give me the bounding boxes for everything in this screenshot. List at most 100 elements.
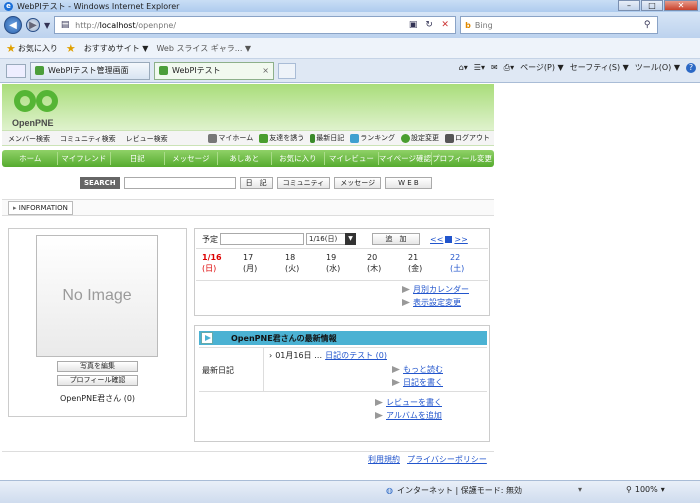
nav-myreview[interactable]: マイレビュー <box>325 152 379 165</box>
minimize-button[interactable]: – <box>618 0 640 11</box>
display-settings-link[interactable]: 表示設定変更 <box>402 297 461 308</box>
calendar-today-icon[interactable] <box>445 235 453 243</box>
nav-message[interactable]: メッセージ <box>165 152 219 165</box>
write-diary-link[interactable]: 日記を書く <box>392 377 443 388</box>
tab-admin[interactable]: WebPIテスト管理画面 <box>30 61 150 80</box>
search-web-button[interactable]: W E B <box>385 177 432 189</box>
gear-icon <box>401 133 410 143</box>
add-favorite-icon[interactable]: ★ <box>66 42 76 55</box>
week-days: 1/16 (日) 17 (月) 18 (火) 19 (水) 20 (木) 21 (金) 22… <box>196 248 488 281</box>
history-dropdown-icon[interactable]: ▼ <box>44 21 50 30</box>
tab-webpi-test[interactable]: WebPIテスト × <box>154 61 274 80</box>
header-arrow-icon <box>201 332 213 344</box>
privacy-link[interactable]: プライバシーポリシー <box>407 454 487 465</box>
day-thursday: 20 (木) <box>367 253 382 273</box>
day-wednesday: 19 (水) <box>326 253 341 273</box>
suggested-sites-link[interactable]: おすすめサイト ▼ <box>84 43 149 54</box>
zone-dropdown-icon[interactable]: ▾ <box>578 485 582 494</box>
mail-icon[interactable]: ✉ <box>491 63 498 72</box>
logout-link[interactable]: ログアウト <box>445 133 490 143</box>
profile-check-button[interactable]: プロフィール確認 <box>57 375 138 386</box>
logo-circle-p <box>36 90 58 112</box>
arrow-icon <box>402 299 410 306</box>
schedule-form: 予定 1/16(日) 追 加 << >> <box>202 233 468 245</box>
review-search-link[interactable]: レビュー検索 <box>126 134 168 144</box>
webslice-gallery-link[interactable]: Web スライス ギャラ... ▼ <box>156 43 251 54</box>
add-album-link[interactable]: アルバムを追加 <box>375 410 442 421</box>
close-window-button[interactable]: ✕ <box>664 0 698 11</box>
calendar-nav: << >> <box>430 235 468 244</box>
diary-entry-link[interactable]: 日記のテスト (0) <box>325 350 387 361</box>
nav-myfriend[interactable]: マイフレンド <box>58 152 112 165</box>
page-icon: ▤ <box>60 20 70 30</box>
search-icon[interactable]: ⚲ <box>641 19 653 31</box>
nav-home[interactable]: ホーム <box>4 152 58 165</box>
settings-link[interactable]: 設定変更 <box>401 133 439 143</box>
close-tab-icon[interactable]: × <box>262 66 269 75</box>
window-title: WebPIテスト - Windows Internet Explorer <box>17 1 180 11</box>
user-links: マイホーム 友達を誘う 最新日記 ランキング 設定変更 ログアウト <box>208 133 490 143</box>
terms-link[interactable]: 利用規約 <box>368 454 400 465</box>
myhome-link[interactable]: マイホーム <box>208 133 253 143</box>
tools-menu[interactable]: ツール(O) ▼ <box>635 62 680 73</box>
bing-icon: b <box>465 20 471 30</box>
back-button[interactable]: ◀ <box>4 16 22 34</box>
read-more-link[interactable]: もっと読む <box>392 364 443 375</box>
search-box[interactable]: b Bing ⚲ <box>460 16 659 34</box>
globe-icon: ◍ <box>386 486 393 495</box>
refresh-icon[interactable]: ↻ <box>423 19 435 31</box>
search-message-button[interactable]: メッセージ <box>334 177 382 189</box>
search-placeholder[interactable]: Bing <box>475 21 493 30</box>
invite-link[interactable]: 友達を誘う <box>259 133 304 143</box>
latest-diary-link[interactable]: 最新日記 <box>310 133 344 143</box>
search-community-button[interactable]: コミュニティ <box>276 177 331 189</box>
page-menu[interactable]: ページ(P) ▼ <box>520 62 564 73</box>
command-bar: ⌂▾ ☰▾ ✉ ⎙▾ ページ(P) ▼ セーフティ(S) ▼ ツール(O) ▼ … <box>459 62 696 73</box>
stop-icon[interactable]: ✕ <box>439 19 451 31</box>
site-search-input[interactable] <box>123 177 236 189</box>
address-row: ◀ ▶ ▼ ▤ http://localhost/openpne/ ▣ ↻ ✕ … <box>0 12 700 38</box>
day-sunday: 1/16 (日) <box>202 253 222 273</box>
new-tab-button[interactable] <box>278 62 296 79</box>
tab-favicon <box>159 66 168 75</box>
nav-diary[interactable]: 日記 <box>111 152 165 165</box>
information-tab[interactable]: ▸ INFORMATION <box>8 201 73 215</box>
date-select[interactable]: 1/16(日) <box>306 233 356 245</box>
schedule-input[interactable] <box>220 233 304 245</box>
feeds-icon[interactable]: ☰▾ <box>474 63 485 72</box>
nav-profile-edit[interactable]: プロフィール変更 <box>432 152 492 165</box>
edit-photo-button[interactable]: 写真を編集 <box>57 361 138 372</box>
chevron-right-icon: ▸ <box>13 204 17 212</box>
safety-menu[interactable]: セーフティ(S) ▼ <box>570 62 629 73</box>
profile-image-placeholder: No Image <box>36 235 158 357</box>
help-icon[interactable]: ? <box>686 62 696 73</box>
member-search-link[interactable]: メンバー検索 <box>8 134 50 144</box>
nav-favorites[interactable]: お気に入り <box>272 152 326 165</box>
calendar-prev-link[interactable]: << <box>430 235 443 244</box>
add-schedule-button[interactable]: 追 加 <box>372 233 420 245</box>
compat-view-icon[interactable]: ▣ <box>407 19 419 31</box>
nav-mypage-check[interactable]: マイページ確認 <box>379 152 433 165</box>
search-diary-button[interactable]: 日 記 <box>239 177 273 189</box>
write-review-link[interactable]: レビューを書く <box>375 397 442 408</box>
search-label: SEARCH <box>80 177 120 189</box>
calendar-next-link[interactable]: >> <box>454 235 467 244</box>
print-icon[interactable]: ⎙▾ <box>504 63 514 73</box>
quick-tabs-icon[interactable] <box>6 63 26 78</box>
address-url[interactable]: http://localhost/openpne/ <box>75 21 176 30</box>
community-search-link[interactable]: コミュニティ検索 <box>60 134 116 144</box>
favorites-button[interactable]: ★ お気に入り <box>6 42 58 55</box>
status-bar: ◍ インターネット | 保護モード: 無効 ▾ ⚲ 100% ▾ <box>0 480 700 503</box>
arrow-icon <box>375 412 383 419</box>
forward-button[interactable]: ▶ <box>26 18 40 32</box>
security-zone[interactable]: ◍ インターネット | 保護モード: 無効 <box>386 485 522 496</box>
logo-circle-o <box>14 90 36 112</box>
maximize-button[interactable]: □ <box>641 0 663 11</box>
nav-footprints[interactable]: あしあと <box>218 152 272 165</box>
zoom-level[interactable]: ⚲ 100% ▾ <box>626 485 665 494</box>
address-bar[interactable]: ▤ http://localhost/openpne/ ▣ ↻ ✕ <box>54 16 457 34</box>
ranking-link[interactable]: ランキング <box>350 133 395 143</box>
monthly-calendar-link[interactable]: 月別カレンダー <box>402 284 469 295</box>
zoom-icon: ⚲ <box>626 485 632 494</box>
home-icon[interactable]: ⌂▾ <box>459 63 468 72</box>
